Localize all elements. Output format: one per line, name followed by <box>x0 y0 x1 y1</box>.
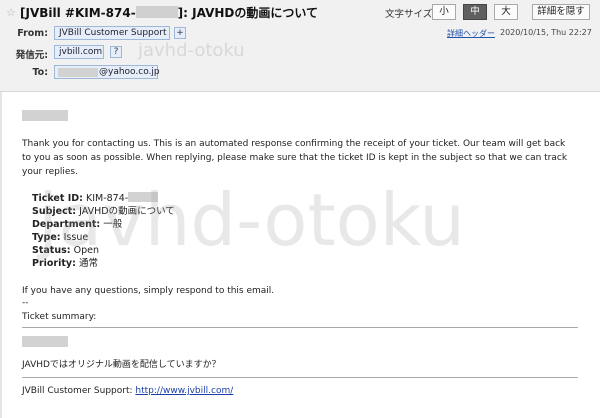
ticket-type-label: Type: <box>32 232 61 243</box>
intro-paragraph: Thank you for contacting us. This is an … <box>22 139 568 177</box>
signature-prefix: JVBill Customer Support: <box>22 386 133 396</box>
ticket-department-label: Department: <box>32 219 101 230</box>
ticket-subject-label: Subject: <box>32 206 77 217</box>
ticket-department-value: 一般 <box>103 219 123 230</box>
ticket-status-label: Status: <box>32 245 71 256</box>
star-icon[interactable]: ☆ <box>6 6 16 19</box>
separator-line: -- <box>22 298 29 308</box>
ticket-id-label: Ticket ID: <box>32 193 83 204</box>
ticket-priority-row: Priority: 通常 <box>32 257 98 270</box>
font-size-medium-button[interactable]: 中 <box>463 4 487 20</box>
font-size-label: 文字サイズ: <box>385 9 436 20</box>
ticket-id-row: Ticket ID: KIM-874- <box>32 192 159 205</box>
font-size-large-button[interactable]: 大 <box>494 4 518 20</box>
ticket-type-row: Type: Issue <box>32 231 88 244</box>
summary-question: JAVHDではオリジナル動画を配信していますか？ <box>22 360 221 370</box>
font-size-small-button[interactable]: 小 <box>432 4 456 20</box>
hide-details-button[interactable]: 詳細を隠す <box>532 4 590 20</box>
message-subject: [JVBill #KIM-874- ]: JAVHDの動画について <box>20 4 318 21</box>
signature-line: JVBill Customer Support: http://www.jvbi… <box>22 384 233 398</box>
from-label: From: <box>17 28 48 39</box>
redacted-ticket-number <box>135 6 178 18</box>
ticket-type-value: Issue <box>63 232 89 243</box>
signature-link[interactable]: http://www.jvbill.com/ <box>135 386 233 396</box>
from-sender-chip[interactable]: JVBill Customer Support <box>54 26 170 40</box>
message-datetime: 2020/10/15, Thu 22:27 <box>500 28 592 37</box>
sender-domain-chip[interactable]: jvbill.com <box>54 45 104 59</box>
redacted-email-user <box>58 68 98 77</box>
sender-label: 発信元: <box>15 50 48 61</box>
left-border <box>0 92 2 418</box>
subject-prefix: [JVBill #KIM-874- <box>20 6 136 20</box>
to-label: To: <box>32 67 48 78</box>
subject-suffix: ]: JAVHDの動画について <box>177 6 319 20</box>
ticket-priority-value: 通常 <box>78 258 98 269</box>
header-watermark: javhd-otoku <box>138 40 245 61</box>
ticket-subject-row: Subject: JAVHDの動画について <box>32 205 175 218</box>
ticket-priority-label: Priority: <box>32 258 76 269</box>
ticket-summary-label: Ticket summary: <box>22 312 97 322</box>
redacted-greeting <box>22 110 68 121</box>
details-header-link[interactable]: 詳細ヘッダー <box>447 28 495 39</box>
question-icon[interactable]: ? <box>110 46 122 58</box>
closing-line: If you have any questions, simply respon… <box>22 286 275 296</box>
redacted-ticket-id <box>128 192 159 202</box>
ticket-status-row: Status: Open <box>32 244 99 257</box>
ticket-id-value: KIM-874- <box>85 193 129 204</box>
redacted-summary-greeting <box>22 336 68 347</box>
ticket-status-value: Open <box>73 245 99 256</box>
plus-icon[interactable]: + <box>174 27 186 39</box>
divider-top <box>22 327 578 328</box>
ticket-department-row: Department: 一般 <box>32 218 122 231</box>
divider-bottom <box>22 377 578 378</box>
ticket-subject-value: JAVHDの動画について <box>79 206 175 217</box>
message-header: ☆ [JVBill #KIM-874- ]: JAVHDの動画について 文字サイズ… <box>0 0 600 92</box>
